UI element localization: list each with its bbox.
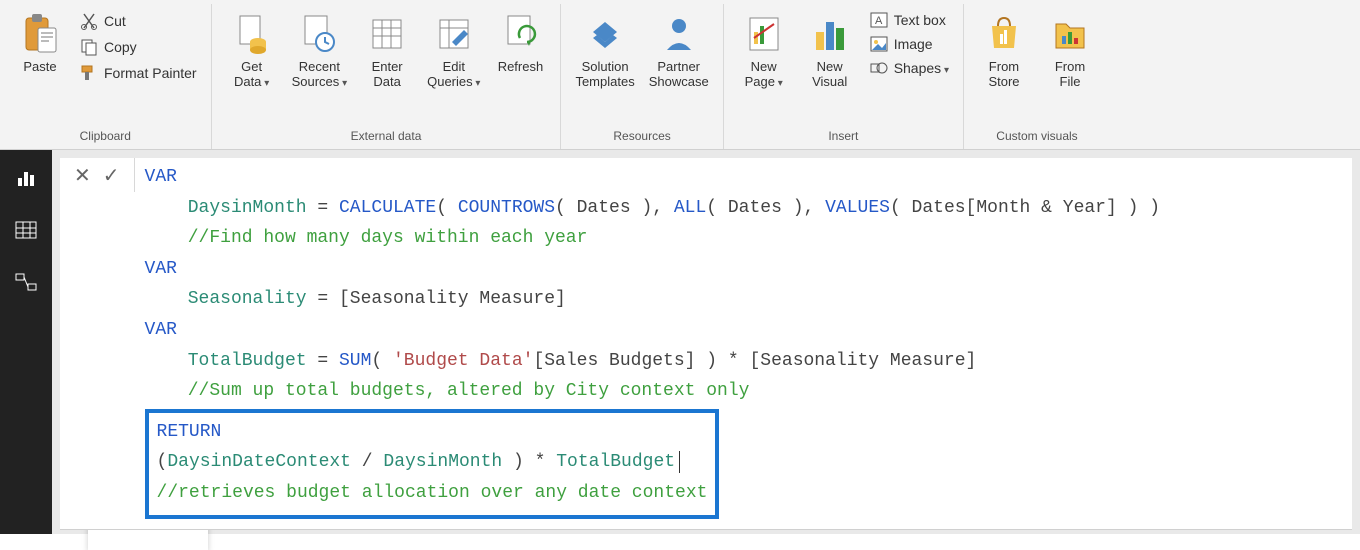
view-rail [0,150,52,534]
get-data-icon [234,10,270,58]
refresh-label: Refresh [498,60,544,75]
solution-templates-icon [585,10,625,58]
enter-data-label: Enter Data [372,60,403,90]
copy-button[interactable]: Copy [80,38,197,56]
edit-queries-button[interactable]: Edit Queries [423,6,484,90]
refresh-button[interactable]: Refresh [490,6,550,75]
recent-sources-icon [301,10,337,58]
text-box-button[interactable]: A Text box [870,12,949,28]
report-view-icon [14,168,38,188]
recent-sources-label: Recent Sources [292,60,348,90]
new-visual-icon [810,10,850,58]
new-page-icon [744,10,784,58]
image-icon [870,36,888,52]
edit-queries-icon [436,10,472,58]
solution-templates-button[interactable]: Solution Templates [571,6,638,90]
data-view-icon [14,220,38,240]
dax-editor[interactable]: VAR DaysinMonth = CALCULATE( COUNTROWS( … [135,158,1352,529]
ribbon-group-external-data: Get Data Recent Sources Enter Data Edit … [212,4,562,149]
partner-showcase-icon [659,10,699,58]
ribbon-group-custom-visuals: From Store From File Custom visuals [964,4,1110,149]
shapes-button[interactable]: Shapes [870,60,949,76]
image-button[interactable]: Image [870,36,949,52]
svg-text:A: A [875,15,883,27]
cut-button[interactable]: Cut [80,12,197,30]
canvas-area: Allo City Na Au ✕ ✓ VAR DaysinMonth = CA… [52,150,1360,534]
ribbon-group-resources: Solution Templates Partner Showcase Reso… [561,4,723,149]
from-file-button[interactable]: From File [1040,6,1100,90]
copy-icon [80,38,98,56]
new-visual-button[interactable]: New Visual [800,6,860,90]
recent-sources-button[interactable]: Recent Sources [288,6,352,90]
paste-button[interactable]: Paste [10,6,70,75]
group-label-external-data: External data [351,125,422,149]
format-painter-button[interactable]: Format Painter [80,64,197,82]
get-data-label: Get Data [234,60,269,90]
from-file-label: From File [1055,60,1085,90]
partner-showcase-button[interactable]: Partner Showcase [645,6,713,90]
solution-templates-label: Solution Templates [575,60,634,90]
edit-queries-label: Edit Queries [427,60,480,90]
refresh-icon [502,10,538,58]
from-file-icon [1050,10,1090,58]
report-view-button[interactable] [12,166,40,190]
group-label-resources: Resources [613,125,670,149]
ribbon-group-insert: New Page New Visual A Text box [724,4,964,149]
cancel-formula-button[interactable]: ✕ [74,163,91,188]
cut-icon [80,12,98,30]
shapes-icon [870,60,888,76]
partner-showcase-label: Partner Showcase [649,60,709,90]
enter-data-button[interactable]: Enter Data [357,6,417,90]
text-box-icon: A [870,12,888,28]
body: Allo City Na Au ✕ ✓ VAR DaysinMonth = CA… [0,150,1360,534]
model-view-button[interactable] [12,270,40,294]
cut-label: Cut [104,13,126,29]
copy-label: Copy [104,39,137,55]
ribbon-group-clipboard: Paste Cut Copy [0,4,212,149]
formula-bar: ✕ ✓ VAR DaysinMonth = CALCULATE( COUNTRO… [60,158,1352,530]
new-visual-label: New Visual [812,60,847,90]
enter-data-icon [369,10,405,58]
format-painter-icon [80,64,98,82]
new-page-label: New Page [745,60,783,90]
from-store-button[interactable]: From Store [974,6,1034,90]
image-label: Image [894,36,933,52]
group-label-custom-visuals: Custom visuals [996,125,1077,149]
format-painter-label: Format Painter [104,65,197,81]
shapes-label: Shapes [894,60,949,76]
model-view-icon [14,272,38,292]
data-view-button[interactable] [12,218,40,242]
ribbon: Paste Cut Copy [0,0,1360,150]
text-box-label: Text box [894,12,946,28]
paste-icon [20,10,60,58]
from-store-icon [984,10,1024,58]
paste-label: Paste [23,60,56,75]
group-label-insert: Insert [828,125,858,149]
new-page-button[interactable]: New Page [734,6,794,90]
get-data-button[interactable]: Get Data [222,6,282,90]
group-label-clipboard: Clipboard [80,125,131,149]
from-store-label: From Store [988,60,1019,90]
commit-formula-button[interactable]: ✓ [103,163,120,188]
